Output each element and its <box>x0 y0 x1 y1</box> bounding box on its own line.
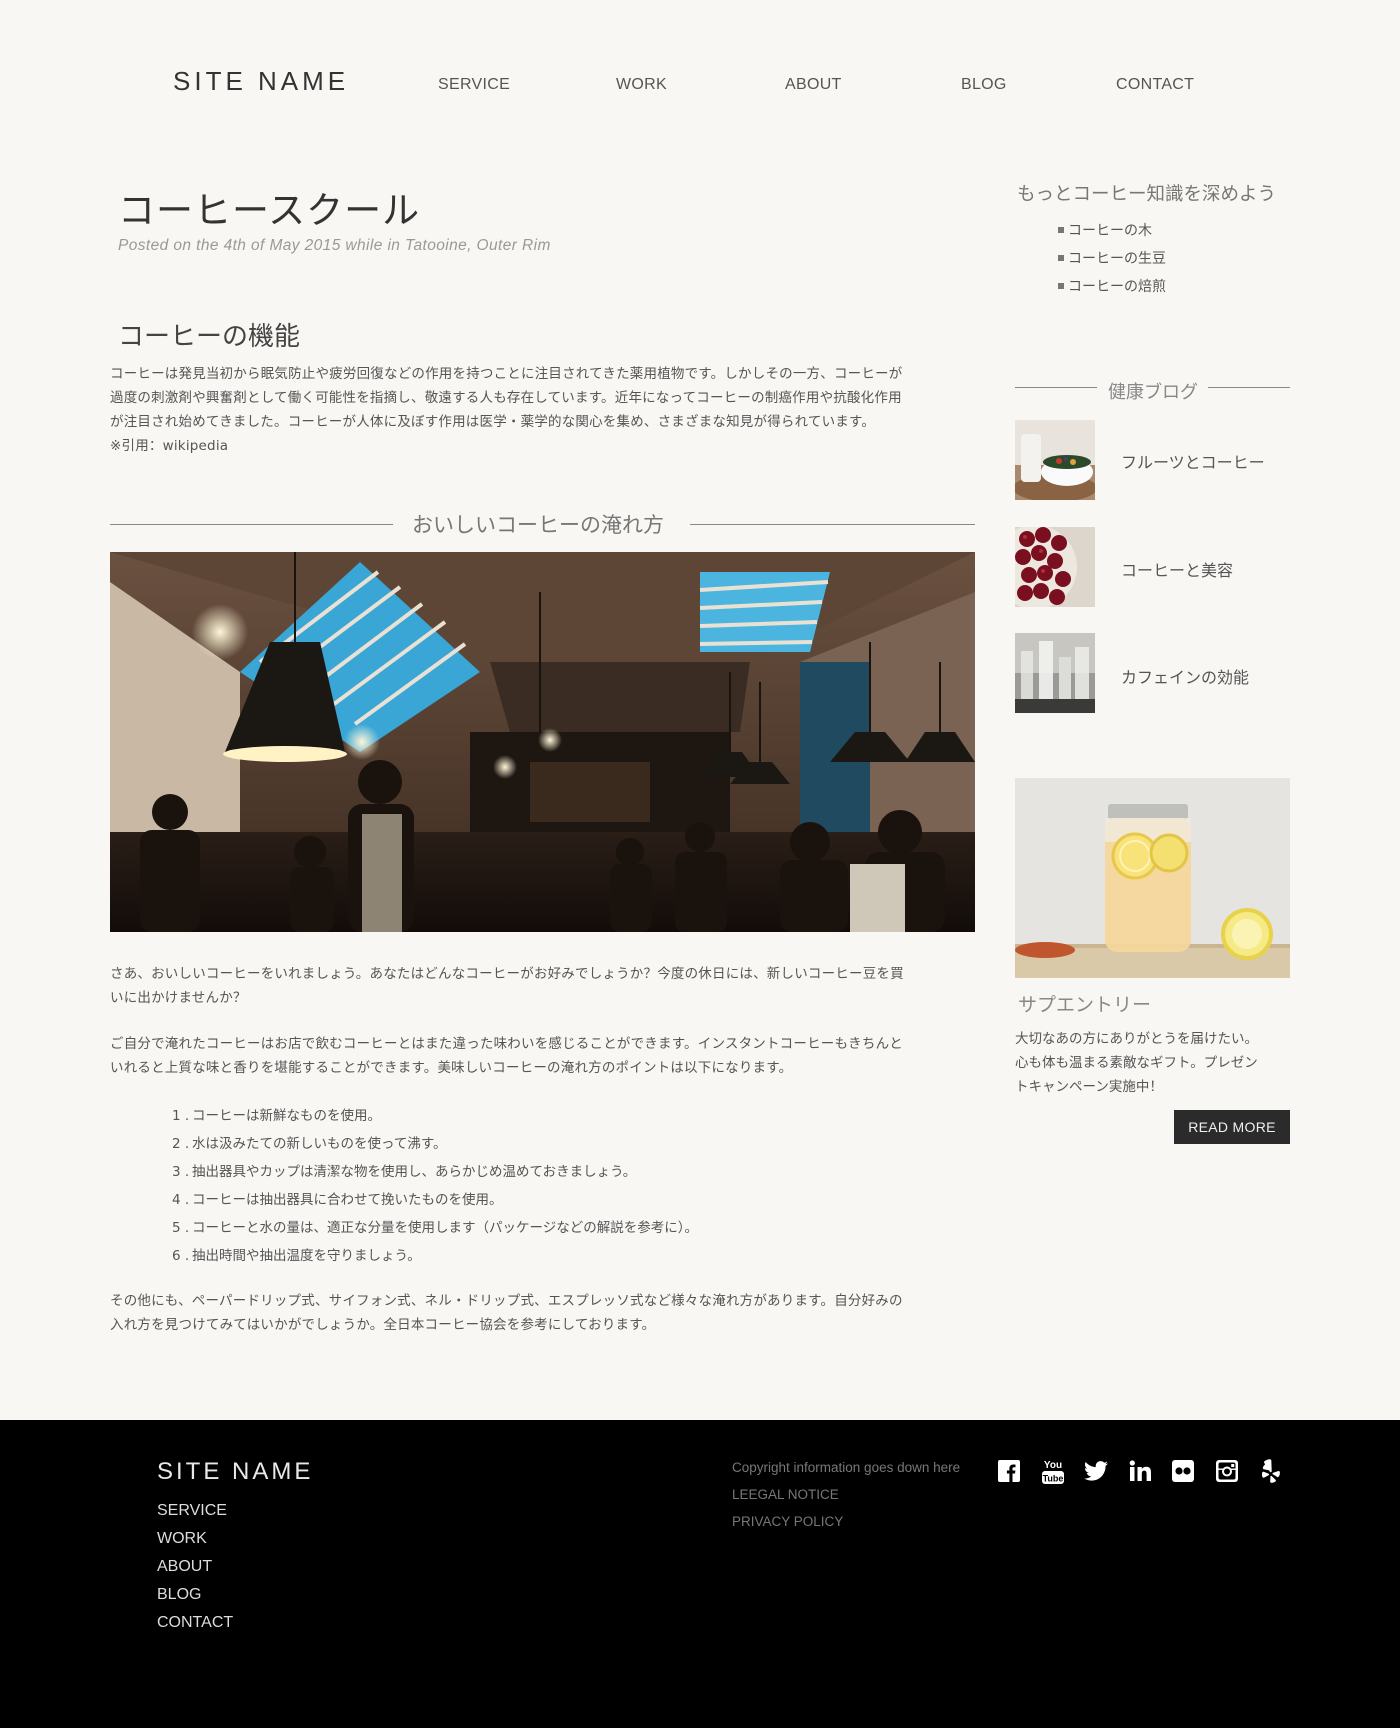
steps-list: 1 . コーヒーは新鮮なものを使用。 2 . 水は汲みたての新しいものを使って沸す。… <box>172 1106 698 1274</box>
blog-thumb-fruits[interactable] <box>1015 420 1095 500</box>
facebook-icon[interactable] <box>996 1458 1022 1484</box>
text-line: その他にも、ペーパードリップ式、サイフォン式、ネル・ドリップ式、エスプレッソ式な… <box>110 1293 903 1309</box>
yelp-icon[interactable] <box>1257 1458 1283 1484</box>
sidebar-link-item[interactable]: コーヒーの焙煎 <box>1058 278 1166 306</box>
svg-text:Tube: Tube <box>1043 1474 1064 1484</box>
footer-nav-blog[interactable]: BLOG <box>157 1585 233 1613</box>
promo-text: 大切なあの方にありがとうを届けたい。 心も体も温まる素敵なギフト。プレゼン トキ… <box>1015 1027 1295 1099</box>
bullet-icon <box>1058 227 1064 233</box>
paragraph-1: さあ、おいしいコーヒーをいれましょう。あなたはどんなコーヒーがお好みでしょうか？… <box>110 962 975 1010</box>
footer-info: Copyright information goes down here LEE… <box>732 1459 960 1540</box>
intro-paragraph: コーヒーは発見当初から眠気防止や疲労回復などの作用を持つことに注目されてきた薬用… <box>110 362 975 458</box>
paragraph-3: その他にも、ペーパードリップ式、サイフォン式、ネル・ドリップ式、エスプレッソ式な… <box>110 1289 975 1337</box>
twitter-icon[interactable] <box>1083 1458 1109 1484</box>
blog-item-label[interactable]: フルーツとコーヒー <box>1121 449 1265 473</box>
footer-site-logo[interactable]: SITE NAME <box>157 1458 313 1486</box>
text-line: ご自分で淹れたコーヒーはお店で飲むコーヒーとはまた違った味わいを感じることができ… <box>110 1036 903 1052</box>
bullet-icon <box>1058 255 1064 261</box>
instagram-icon[interactable] <box>1214 1458 1240 1484</box>
footer-nav-work[interactable]: WORK <box>157 1529 233 1557</box>
header: SITE NAME SERVICE WORK ABOUT BLOG CONTAC… <box>0 0 1400 150</box>
list-item: 4 . コーヒーは抽出器具に合わせて挽いたものを使用。 <box>172 1192 503 1208</box>
promo-photo <box>1015 778 1290 978</box>
youtube-icon[interactable]: You Tube <box>1040 1458 1066 1484</box>
text-line: 過度の刺激剤や興奮剤として働く可能性を指摘し、敬遠する人も存在しています。近年に… <box>110 390 902 406</box>
blog-divider-left <box>1015 387 1097 388</box>
text-line: コーヒーは発見当初から眠気防止や疲労回復などの作用を持つことに注目されてきた薬用… <box>110 366 903 382</box>
promo-title: サプエントリー <box>1018 994 1152 1016</box>
blog-divider-right <box>1208 387 1290 388</box>
citation: ※引用：wikipedia <box>110 438 229 454</box>
footer-nav-contact[interactable]: CONTACT <box>157 1613 233 1641</box>
text-line: いに出かけませんか？ <box>110 990 247 1006</box>
list-item: 2 . 水は汲みたての新しいものを使って沸す。 <box>172 1136 447 1152</box>
footer-nav-about[interactable]: ABOUT <box>157 1557 233 1585</box>
linkedin-icon[interactable] <box>1127 1458 1153 1484</box>
post-meta: Posted on the 4th of May 2015 while in T… <box>118 237 551 254</box>
nav-contact[interactable]: CONTACT <box>1116 76 1194 94</box>
text-line: いれると上質な味と香りを堪能することができます。美味しいコーヒーの淹れ方のポイン… <box>110 1060 793 1076</box>
text-line: 心も体も温まる素敵なギフト。プレゼン <box>1015 1055 1258 1071</box>
footer-nav: SERVICE WORK ABOUT BLOG CONTACT <box>157 1501 233 1641</box>
sidebar-link-item[interactable]: コーヒーの木 <box>1058 222 1166 250</box>
copyright-text: Copyright information goes down here <box>732 1460 961 1475</box>
blog-heading: 健康ブログ <box>1108 382 1198 403</box>
blog-thumb-bottles[interactable] <box>1015 633 1095 713</box>
sidebar-heading: もっとコーヒー知識を深めよう <box>1017 184 1277 205</box>
flickr-icon[interactable] <box>1170 1458 1196 1484</box>
footer: SITE NAME SERVICE WORK ABOUT BLOG CONTAC… <box>0 1420 1400 1728</box>
blog-item-label[interactable]: コーヒーと美容 <box>1121 557 1233 581</box>
nav-service[interactable]: SERVICE <box>438 76 510 94</box>
legal-notice-link[interactable]: LEEGAL NOTICE <box>732 1486 960 1513</box>
text-line: 入れ方を見つけてみてはいかがでしょうか。全日本コーヒー協会を参考にしております。 <box>110 1317 656 1333</box>
page-title: コーヒースクール <box>118 189 421 232</box>
blog-item-label[interactable]: カフェインの効能 <box>1121 664 1249 688</box>
read-more-button[interactable]: READ MORE <box>1174 1110 1290 1144</box>
text-line: トキャンペーン実施中！ <box>1015 1079 1163 1095</box>
divider-line-left <box>110 524 393 525</box>
section-title: コーヒーの機能 <box>118 322 301 352</box>
cafe-photo <box>110 552 975 932</box>
divider-line-right <box>690 524 975 525</box>
bullet-icon <box>1058 283 1064 289</box>
privacy-policy-link[interactable]: PRIVACY POLICY <box>732 1513 960 1540</box>
nav-about[interactable]: ABOUT <box>785 76 842 94</box>
blog-thumb-cherries[interactable] <box>1015 527 1095 607</box>
nav-blog[interactable]: BLOG <box>961 76 1007 94</box>
text-line: さあ、おいしいコーヒーをいれましょう。あなたはどんなコーヒーがお好みでしょうか？… <box>110 966 904 982</box>
text-line: 大切なあの方にありがとうを届けたい。 <box>1015 1031 1258 1047</box>
sidebar-links: コーヒーの木 コーヒーの生豆 コーヒーの焙煎 <box>1058 222 1166 306</box>
list-item: 1 . コーヒーは新鮮なものを使用。 <box>172 1108 381 1124</box>
divider-title: おいしいコーヒーの淹れ方 <box>412 513 664 537</box>
text-line: が注目され始めてきました。コーヒーが人体に及ぼす作用は医学・薬学的な関心を集め、… <box>110 414 876 430</box>
svg-text:You: You <box>1044 1460 1062 1471</box>
list-item: 5 . コーヒーと水の量は、適正な分量を使用します（パッケージなどの解説を参考に）… <box>172 1220 698 1236</box>
list-item: 3 . 抽出器具やカップは清潔な物を使用し、あらかじめ温めておきましょう。 <box>172 1164 637 1180</box>
paragraph-2: ご自分で淹れたコーヒーはお店で飲むコーヒーとはまた違った味わいを感じることができ… <box>110 1032 975 1080</box>
sidebar-link-item[interactable]: コーヒーの生豆 <box>1058 250 1166 278</box>
nav-work[interactable]: WORK <box>616 76 667 94</box>
list-item: 6 . 抽出時間や抽出温度を守りましょう。 <box>172 1248 421 1264</box>
footer-nav-service[interactable]: SERVICE <box>157 1501 233 1529</box>
site-logo[interactable]: SITE NAME <box>173 66 349 97</box>
